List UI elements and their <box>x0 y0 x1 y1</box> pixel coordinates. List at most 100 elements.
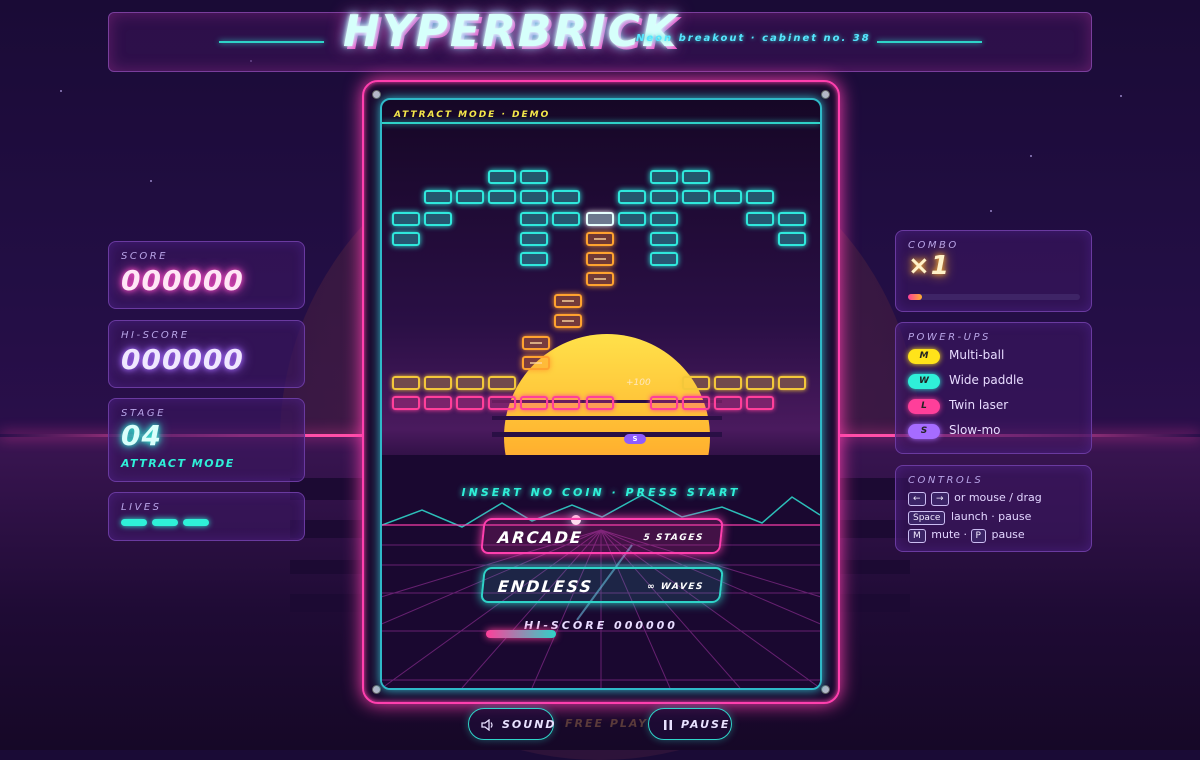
brick <box>520 232 548 246</box>
brick <box>552 396 580 410</box>
powerup-name: Slow-mo <box>949 423 1001 437</box>
hiscore-panel: HI-SCORE 000000 <box>108 320 305 388</box>
speaker-icon <box>481 719 493 731</box>
star <box>150 180 152 182</box>
life-indicator <box>121 519 147 526</box>
pause-button[interactable]: PAUSE <box>648 708 732 740</box>
brick <box>650 212 678 226</box>
key-p: P <box>970 529 986 543</box>
screw-icon <box>372 90 381 99</box>
life-indicator <box>152 519 178 526</box>
combo-panel: COMBO ×1 <box>895 230 1092 312</box>
brick <box>586 272 614 286</box>
stage-label: STAGE <box>121 408 166 419</box>
brick <box>520 190 548 204</box>
controls-pause-text: pause <box>991 528 1025 541</box>
brick <box>488 170 516 184</box>
brick <box>618 212 646 226</box>
key-left: ← <box>908 492 926 506</box>
brick <box>424 396 452 410</box>
star <box>60 90 62 92</box>
hiscore-label: HI-SCORE <box>121 330 190 341</box>
brick <box>778 376 806 390</box>
combo-value: ×1 <box>908 251 950 281</box>
controls-row-move: ← → or mouse / drag <box>908 491 1042 506</box>
brick <box>424 212 452 226</box>
key-m: M <box>908 529 926 543</box>
header-divider-right <box>877 41 982 43</box>
brick <box>554 314 582 328</box>
attract-mode-label: ATTRACT MODE · DEMO <box>394 110 551 120</box>
brick <box>488 376 516 390</box>
key-space: Space <box>908 511 946 525</box>
combo-label: COMBO <box>908 240 959 251</box>
brick <box>552 212 580 226</box>
brick <box>682 376 710 390</box>
brick <box>520 396 548 410</box>
lives-label: LIVES <box>121 502 162 513</box>
brick <box>682 170 710 184</box>
screw-icon <box>372 685 381 694</box>
combo-meter-fill <box>908 294 922 300</box>
star <box>1030 155 1032 157</box>
brick <box>522 336 550 350</box>
stage-panel: STAGE 04 ATTRACT MODE <box>108 398 305 482</box>
brick <box>746 396 774 410</box>
brick <box>456 190 484 204</box>
powerup-key-badge: S <box>908 424 940 439</box>
brick <box>520 170 548 184</box>
powerup-key-badge: L <box>908 399 940 414</box>
brick <box>714 376 742 390</box>
brick <box>424 376 452 390</box>
controls-label: CONTROLS <box>908 475 984 486</box>
brick <box>586 252 614 266</box>
brick <box>552 190 580 204</box>
controls-panel: CONTROLS ← → or mouse / drag Space launc… <box>895 465 1092 552</box>
controls-row-launch: Space launch · pause <box>908 510 1031 525</box>
arcade-mode-label: ARCADE <box>496 528 584 547</box>
star <box>1120 95 1122 97</box>
controls-move-text: or mouse / drag <box>954 491 1042 504</box>
header-tagline: Neon breakout · cabinet no. 38 <box>636 33 871 44</box>
key-right: → <box>931 492 949 506</box>
brick <box>456 376 484 390</box>
brick <box>392 212 420 226</box>
sound-label: SOUND <box>502 718 557 731</box>
sound-button[interactable]: SOUND <box>468 708 557 740</box>
arcade-mode-button[interactable]: ARCADE 5 STAGES <box>480 518 724 554</box>
screw-icon <box>821 90 830 99</box>
paddle[interactable] <box>486 630 556 638</box>
controls-row-mute: M mute · P pause <box>908 528 1025 543</box>
brick <box>554 294 582 308</box>
screen-top-line <box>382 122 820 124</box>
powerup-key-badge: M <box>908 349 940 364</box>
header-divider-left <box>219 41 324 43</box>
powerup-name: Twin laser <box>949 398 1009 412</box>
game-screen[interactable]: ATTRACT MODE · DEMO +100 S INSERT NO COI… <box>380 98 822 690</box>
brick <box>746 376 774 390</box>
brick <box>618 190 646 204</box>
endless-mode-button[interactable]: ENDLESS ∞ WAVES <box>480 567 724 603</box>
brick <box>682 396 710 410</box>
slowmo-capsule: S <box>624 434 646 444</box>
controls-mute-text: mute · <box>931 528 968 541</box>
stage-mode: ATTRACT MODE <box>121 457 235 470</box>
brick <box>714 190 742 204</box>
brick <box>522 356 550 370</box>
insert-coin-text: INSERT NO COIN · PRESS START <box>461 486 741 499</box>
free-play-label: FREE PLAY <box>565 717 649 730</box>
screen-sun-stripe <box>492 416 722 420</box>
score-popup: +100 <box>626 378 651 388</box>
brick <box>586 212 614 226</box>
star <box>990 210 992 212</box>
brick <box>586 232 614 246</box>
brick <box>682 190 710 204</box>
brick <box>650 232 678 246</box>
lives-panel: LIVES <box>108 492 305 541</box>
brick <box>392 396 420 410</box>
score-label: SCORE <box>121 251 168 262</box>
pause-label: PAUSE <box>681 718 731 731</box>
powerups-panel: POWER-UPS M Multi-ball W Wide paddle L Twin l… <box>895 322 1092 454</box>
hiscore-value: 000000 <box>121 343 244 376</box>
arcade-mode-detail: 5 STAGES <box>642 533 705 543</box>
